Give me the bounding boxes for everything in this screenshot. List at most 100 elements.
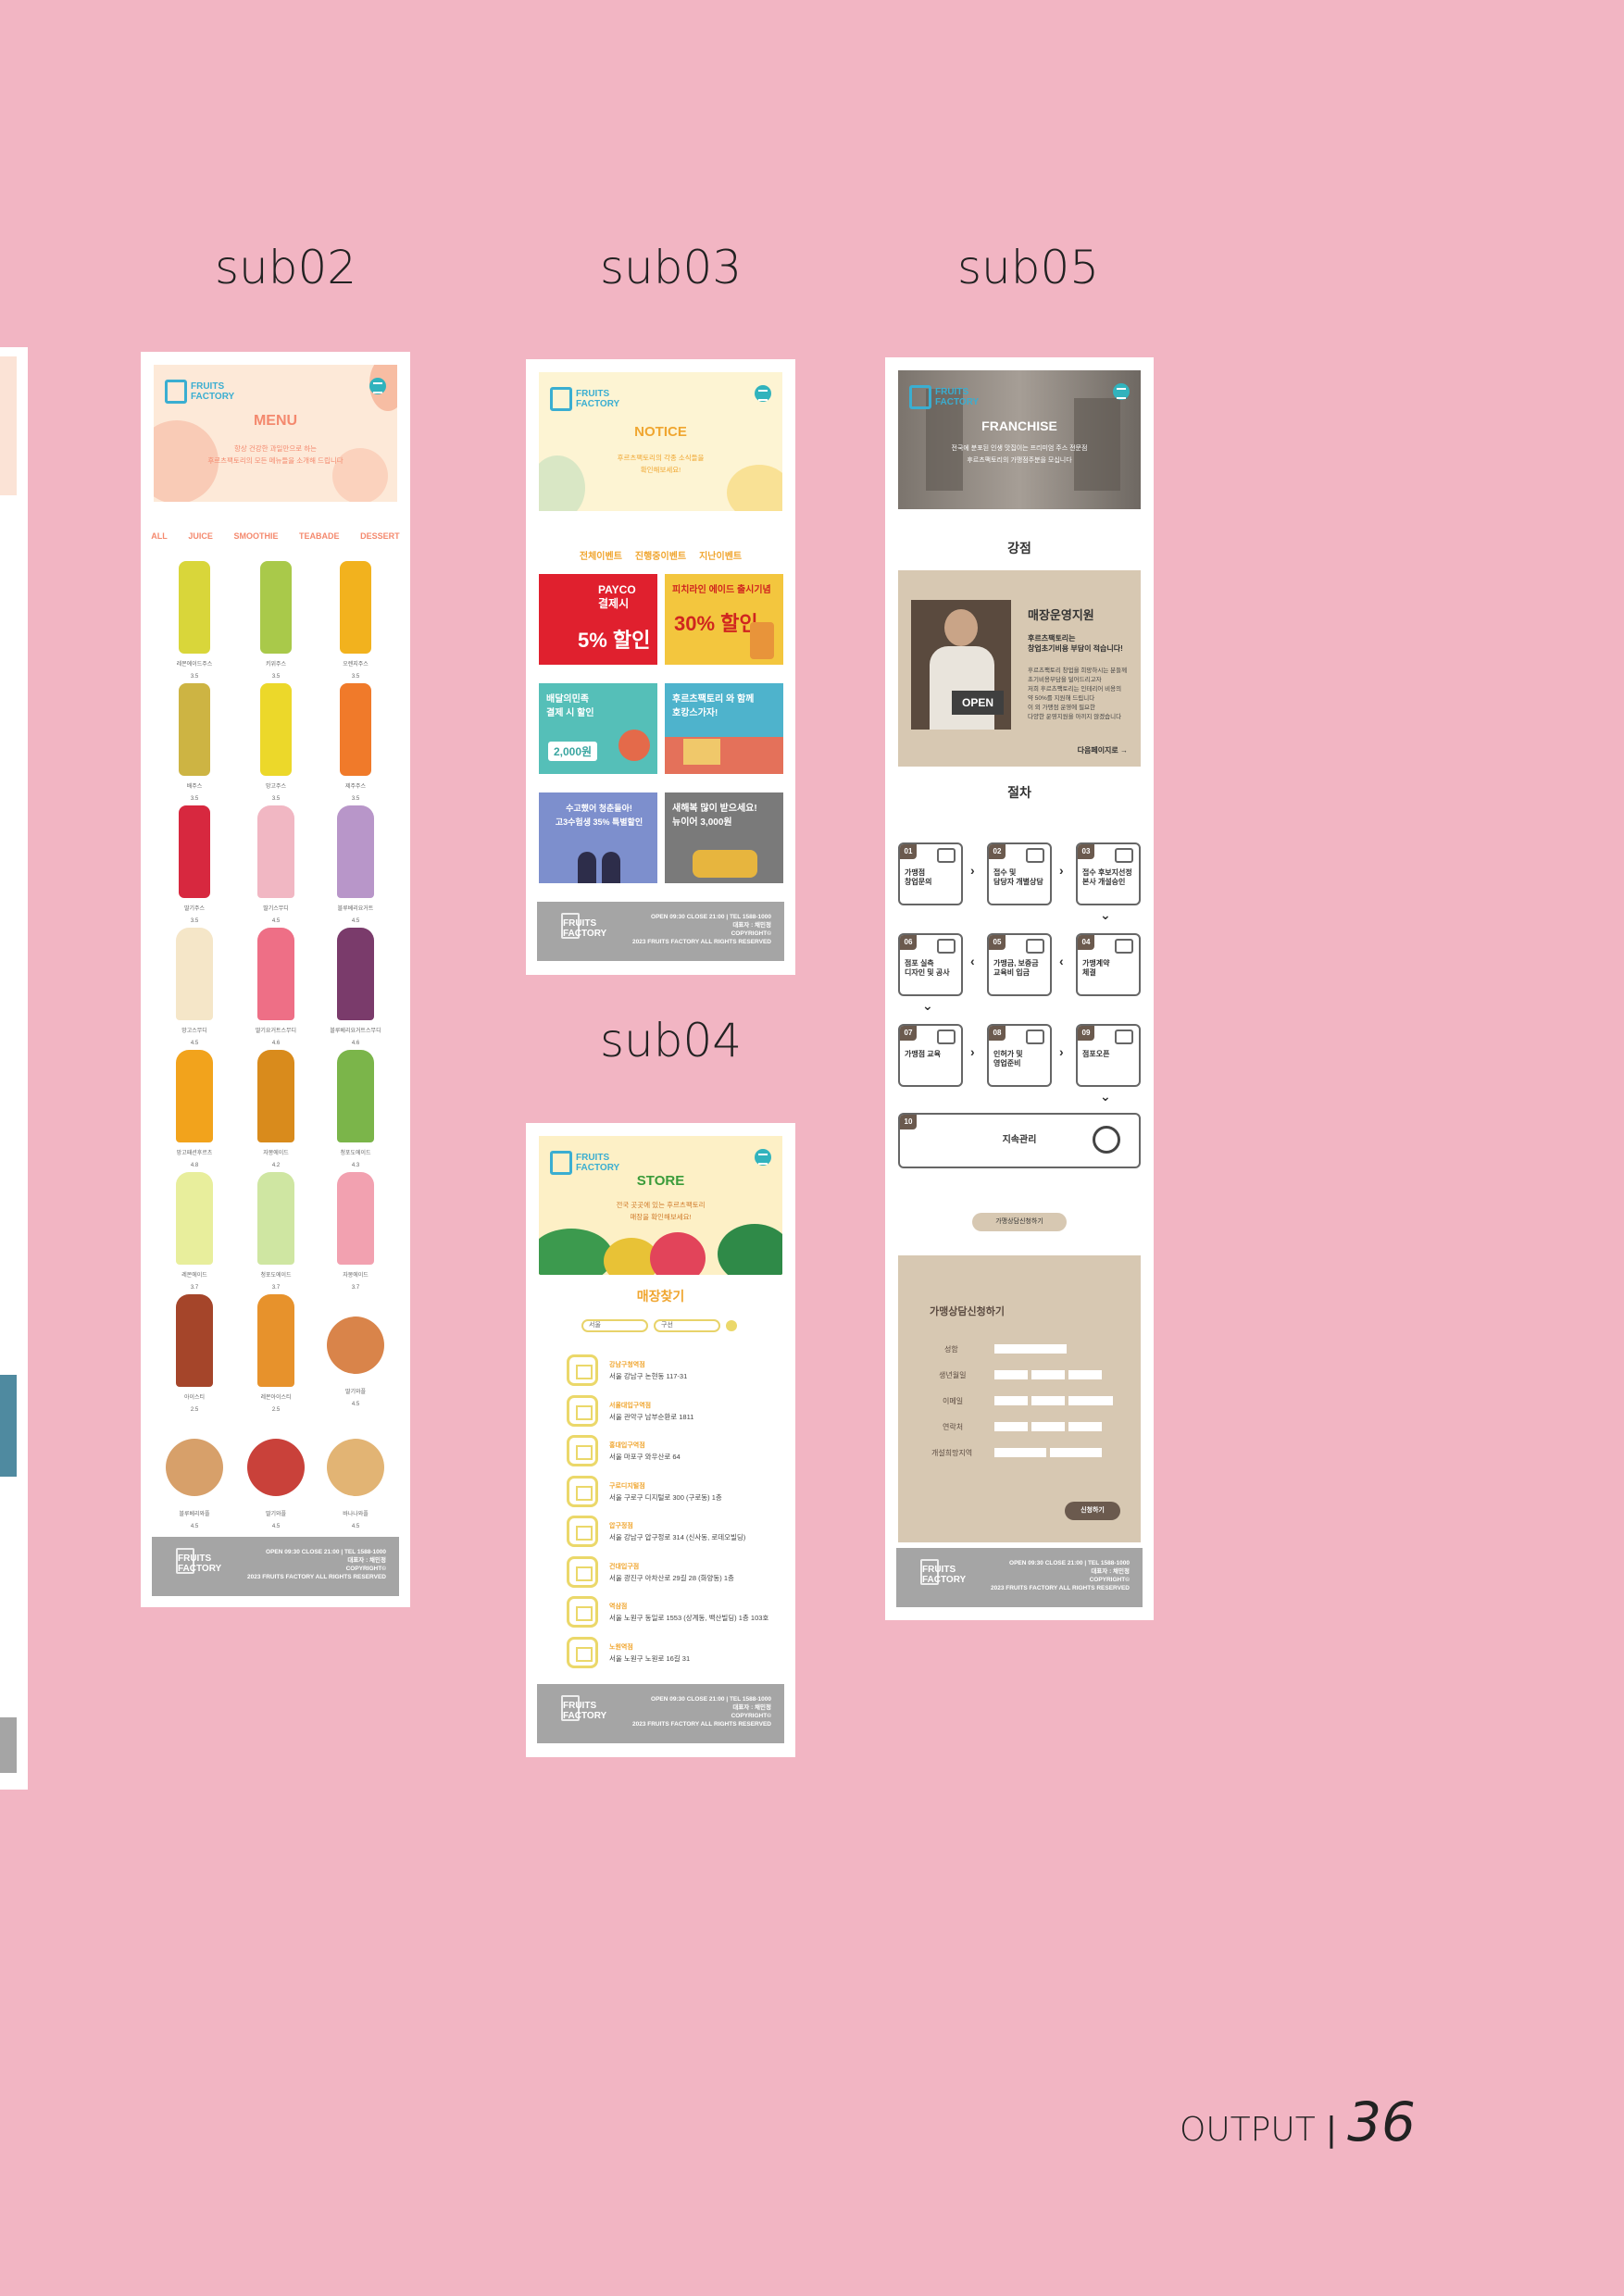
store-list-item[interactable]: 압구정점 서울 강남구 압구정로 314 (신사동, 로데오빌딩) [567, 1516, 781, 1547]
email-input[interactable] [994, 1396, 1028, 1405]
email-domain-select[interactable] [1068, 1396, 1113, 1405]
event-card-text: 배달의민족 결제 시 할인 [546, 694, 594, 718]
sub04-store-page: FRUITS FACTORY STORE 전국 곳곳에 있는 후르츠팩토리 매장을… [526, 1123, 795, 1757]
birth-input[interactable] [1031, 1370, 1065, 1379]
header-subtitle: 항상 건강한 과일만으로 하는 후르츠팩토리의 모든 메뉴들을 소개해 드립니다 [207, 444, 344, 465]
page-title: MENU [253, 413, 298, 429]
name-input[interactable] [994, 1344, 1067, 1354]
store-list-item[interactable]: 구로디지털점 서울 구로구 디지털로 300 (구로동) 1층 [567, 1475, 781, 1507]
store-address: 서울 강남구 압구정로 314 (신사동, 로데오빌딩) [609, 1533, 746, 1541]
product-image [337, 1050, 374, 1142]
event-card-peach-ade[interactable]: 피치라인 에이드 출시기념 30% 할인 [665, 574, 783, 665]
birth-input[interactable] [1068, 1370, 1102, 1379]
product-item[interactable]: 오렌지주스 3.5 [322, 561, 389, 680]
store-address: 서울 관악구 남부순환로 1811 [609, 1412, 694, 1421]
product-price: 3.7 [271, 1285, 281, 1291]
event-card-hocance[interactable]: 후르츠팩토리 와 함께 호캉스가자! [665, 683, 783, 774]
store-list-item[interactable]: 홍대입구역점 서울 마포구 와우산로 64 [567, 1435, 781, 1466]
logo[interactable]: FRUITS FACTORY [165, 376, 234, 407]
product-image [179, 683, 210, 776]
product-item[interactable]: 딸기와플 4.5 [243, 1416, 309, 1529]
event-card-highlight: 30% 할인 [674, 612, 758, 635]
product-item[interactable]: 딸기와플 4.5 [322, 1294, 389, 1407]
hamburger-menu-icon[interactable] [755, 385, 771, 402]
product-item[interactable]: 딸기주스 3.5 [161, 805, 228, 924]
store-name: 건대입구점 [609, 1563, 640, 1570]
birth-input[interactable] [994, 1370, 1028, 1379]
product-item[interactable]: 자몽에이드 4.2 [243, 1050, 309, 1168]
phone-input[interactable] [1068, 1422, 1102, 1431]
product-item[interactable]: 망고주스 3.5 [243, 683, 309, 802]
store-icon [567, 1435, 598, 1466]
region-input[interactable] [1050, 1448, 1102, 1457]
store-address: 서울 구로구 디지털로 300 (구로동) 1층 [609, 1492, 722, 1502]
product-item[interactable]: 자몽에이드 3.7 [322, 1172, 389, 1291]
magnifier-check-icon [1093, 1126, 1120, 1154]
product-price: 3.5 [271, 796, 281, 802]
product-item[interactable]: 블루베리와플 4.5 [161, 1416, 228, 1529]
hamburger-menu-icon[interactable] [755, 1149, 771, 1166]
district-select[interactable]: 구선 [654, 1319, 720, 1332]
product-item[interactable]: 딸기요거트스무디 4.6 [243, 928, 309, 1046]
step-10-box: 10 지속관리 [898, 1113, 1141, 1168]
product-item[interactable]: 레몬아이스티 2.5 [243, 1294, 309, 1413]
step-icon [1026, 1029, 1044, 1044]
phone-input[interactable] [994, 1422, 1028, 1431]
product-item[interactable]: 바나나와플 4.5 [322, 1416, 389, 1529]
product-item[interactable]: 레몬에이드 3.7 [161, 1172, 228, 1291]
store-list-item[interactable]: 강남구청역점 서울 강남구 논현동 117-31 [567, 1354, 781, 1386]
product-item[interactable]: 블루베리요거트 4.5 [322, 805, 389, 924]
phone-input[interactable] [1031, 1422, 1065, 1431]
store-list-item[interactable]: 노원역점 서울 노원구 노원로 16길 31 [567, 1636, 781, 1668]
next-page-link[interactable]: 다음페이지로 → [1078, 745, 1128, 755]
tab-smoothie[interactable]: SMOOTHIE [233, 531, 278, 541]
event-card-students[interactable]: 수고했어 청춘들아! 고3수험생 35% 특별할인 [539, 792, 657, 883]
region-input[interactable] [994, 1448, 1046, 1457]
tab-juice[interactable]: JUICE [188, 531, 213, 541]
store-list-item[interactable]: 역삼점 서울 노원구 동일로 1553 (상계동, 백산빌딩) 1층 103호 [567, 1596, 781, 1628]
product-item[interactable]: 망고스무디 4.5 [161, 928, 228, 1046]
product-item[interactable]: 배주스 3.5 [161, 683, 228, 802]
page-number-separator: | [1325, 2111, 1337, 2149]
tab-teabade[interactable]: TEABADE [299, 531, 340, 541]
logo[interactable]: FRUITS FACTORY [550, 383, 619, 415]
store-list-item[interactable]: 건대입구점 서울 광진구 아차산로 29길 28 (화양동) 1층 [567, 1555, 781, 1588]
product-image [327, 1439, 384, 1496]
product-item[interactable]: 키위주스 3.5 [243, 561, 309, 680]
submit-button[interactable]: 신청하기 [1065, 1502, 1120, 1520]
hamburger-menu-icon[interactable] [1113, 383, 1130, 400]
apply-consult-button[interactable]: 가맹상담신청하기 [972, 1213, 1067, 1231]
event-card-payco[interactable]: PAYCO 결제시 5% 할인 [539, 574, 657, 665]
product-item[interactable]: 블루베리요거트스무디 4.6 [322, 928, 389, 1046]
event-card-new-year[interactable]: 새해복 많이 받으세요! 뉴이어 3,000원 [665, 792, 783, 883]
product-item[interactable]: 망고패션후르츠 4.8 [161, 1050, 228, 1168]
tab-past-events[interactable]: 지난이벤트 [699, 548, 742, 562]
header-subtitle: 전국에 분포된 인생 맛집이는 프리미엄 주스 전문점 후르츠팩토리의 가맹점주… [951, 445, 1088, 464]
email-input[interactable] [1031, 1396, 1065, 1405]
product-item[interactable]: 레몬에이드주스 3.5 [161, 561, 228, 680]
product-item[interactable]: 제주주스 3.5 [322, 683, 389, 802]
tab-dessert[interactable]: DESSERT [360, 531, 400, 541]
step-arrow-icon: ⌄ [1100, 907, 1111, 922]
hamburger-menu-icon[interactable] [369, 378, 386, 394]
product-item[interactable]: 청포도에이드 4.3 [322, 1050, 389, 1168]
logo[interactable]: FRUITS FACTORY [909, 381, 979, 413]
tab-all[interactable]: ALL [151, 531, 168, 541]
strength-panel: OPEN 매장운영지원 후르츠팩토리는 창업초기비용 부담이 적습니다! 후르츠… [898, 570, 1141, 767]
region-select[interactable]: 서울 [581, 1319, 648, 1332]
tab-all-events[interactable]: 전체이벤트 [580, 548, 622, 562]
footer-info: OPEN 09:30 CLOSE 21:00 | TEL 1588-1000 대… [246, 1549, 386, 1580]
strength-body: 후르츠팩토리 창업을 희망하시는 분들께 초기비용부담을 덜어드리고자 저희 후… [1028, 668, 1128, 720]
search-icon[interactable] [726, 1320, 737, 1331]
store-list-item[interactable]: 서울대입구역점 서울 관악구 남부순환로 1811 [567, 1394, 781, 1427]
product-item[interactable]: 청포도에이드 3.7 [243, 1172, 309, 1291]
step-label: 가맹점 창업문의 [905, 868, 932, 886]
product-item[interactable]: 아이스티 2.5 [161, 1294, 228, 1413]
tab-ongoing-events[interactable]: 진행중이벤트 [635, 548, 686, 562]
product-item[interactable]: 딸기스무디 4.5 [243, 805, 309, 924]
product-name: 망고스무디 [181, 1029, 207, 1033]
event-card-baemin[interactable]: 배달의민족 결제 시 할인 2,000원 [539, 683, 657, 774]
product-name: 아이스티 [183, 1395, 206, 1400]
product-image [176, 928, 213, 1020]
step-label: 점포오픈 [1082, 1050, 1110, 1058]
